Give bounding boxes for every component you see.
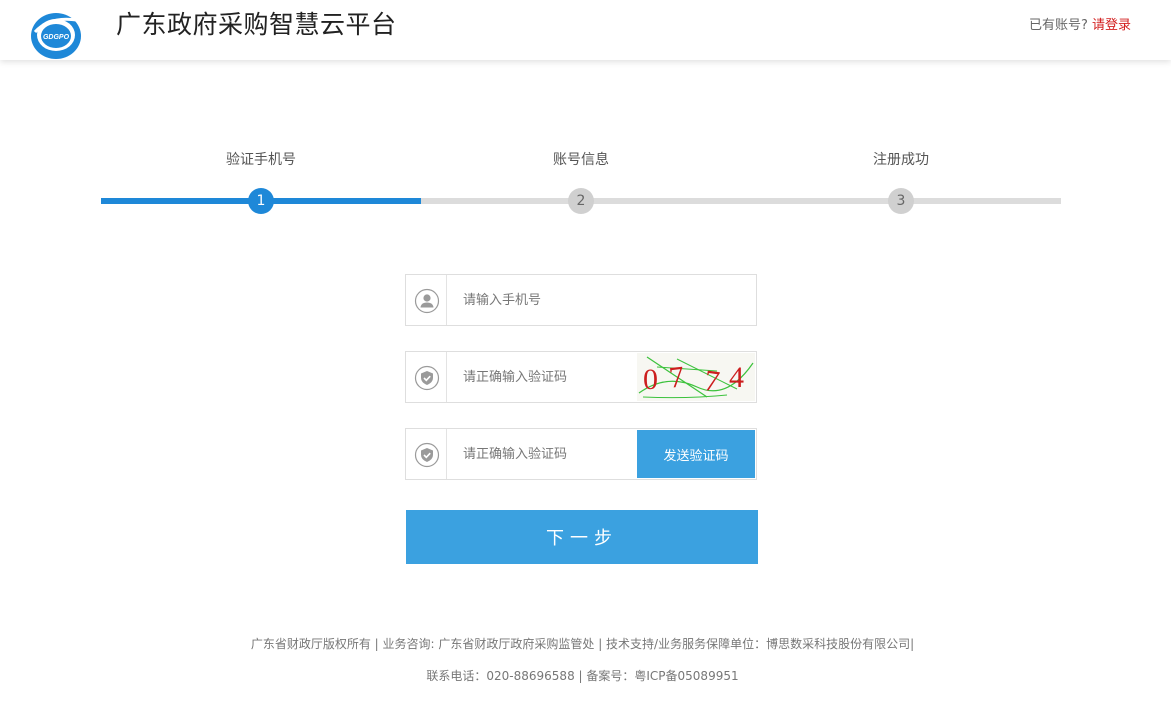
phone-input[interactable] bbox=[463, 275, 743, 325]
step-label-3: 注册成功 bbox=[873, 152, 929, 168]
login-link[interactable]: 请登录 bbox=[1092, 18, 1131, 33]
next-step-button[interactable]: 下一步 bbox=[406, 510, 758, 564]
phone-field bbox=[405, 274, 757, 326]
footer-contact: 联系电话：020-88696588 | 备案号：粤ICP备05089951 bbox=[426, 669, 739, 683]
site-title: 广东政府采购智慧云平台 bbox=[116, 10, 397, 39]
captcha-image[interactable]: 0 7 7 4 bbox=[637, 353, 755, 401]
svg-text:GDGPO: GDGPO bbox=[43, 34, 70, 41]
account-prompt-text: 已有账号? bbox=[1028, 18, 1088, 33]
shield-check-icon bbox=[414, 442, 440, 468]
user-icon bbox=[414, 288, 440, 314]
sms-code-field: 发送验证码 bbox=[405, 428, 757, 480]
send-code-button[interactable]: 发送验证码 bbox=[637, 430, 755, 478]
sms-code-input[interactable] bbox=[463, 429, 633, 479]
footer-copyright: 广东省财政厅版权所有 | 业务咨询: 广东省财政厅政府采购监管处 | 技术支持/… bbox=[250, 637, 915, 651]
step-label-2: 账号信息 bbox=[553, 152, 609, 168]
top-header: GDGPO 广东政府采购智慧云平台 已有账号? 请登录 bbox=[0, 0, 1171, 60]
captcha-field: 0 7 7 4 bbox=[405, 351, 757, 403]
captcha-input[interactable] bbox=[463, 352, 633, 402]
captcha-digit-1: 0 bbox=[643, 363, 658, 396]
step-dot-1: 1 bbox=[248, 188, 274, 214]
step-dot-3: 3 bbox=[888, 188, 914, 214]
step-label-1: 验证手机号 bbox=[226, 152, 296, 168]
captcha-field-icon-cell bbox=[406, 352, 447, 402]
gdgpo-logo[interactable]: GDGPO bbox=[29, 10, 85, 60]
phone-field-icon-cell bbox=[406, 275, 447, 325]
account-login-prompt: 已有账号? 请登录 bbox=[1029, 16, 1131, 36]
sms-field-icon-cell bbox=[406, 429, 447, 479]
captcha-digit-4: 4 bbox=[729, 361, 744, 394]
step-dot-2: 2 bbox=[568, 188, 594, 214]
shield-check-icon bbox=[414, 365, 440, 391]
